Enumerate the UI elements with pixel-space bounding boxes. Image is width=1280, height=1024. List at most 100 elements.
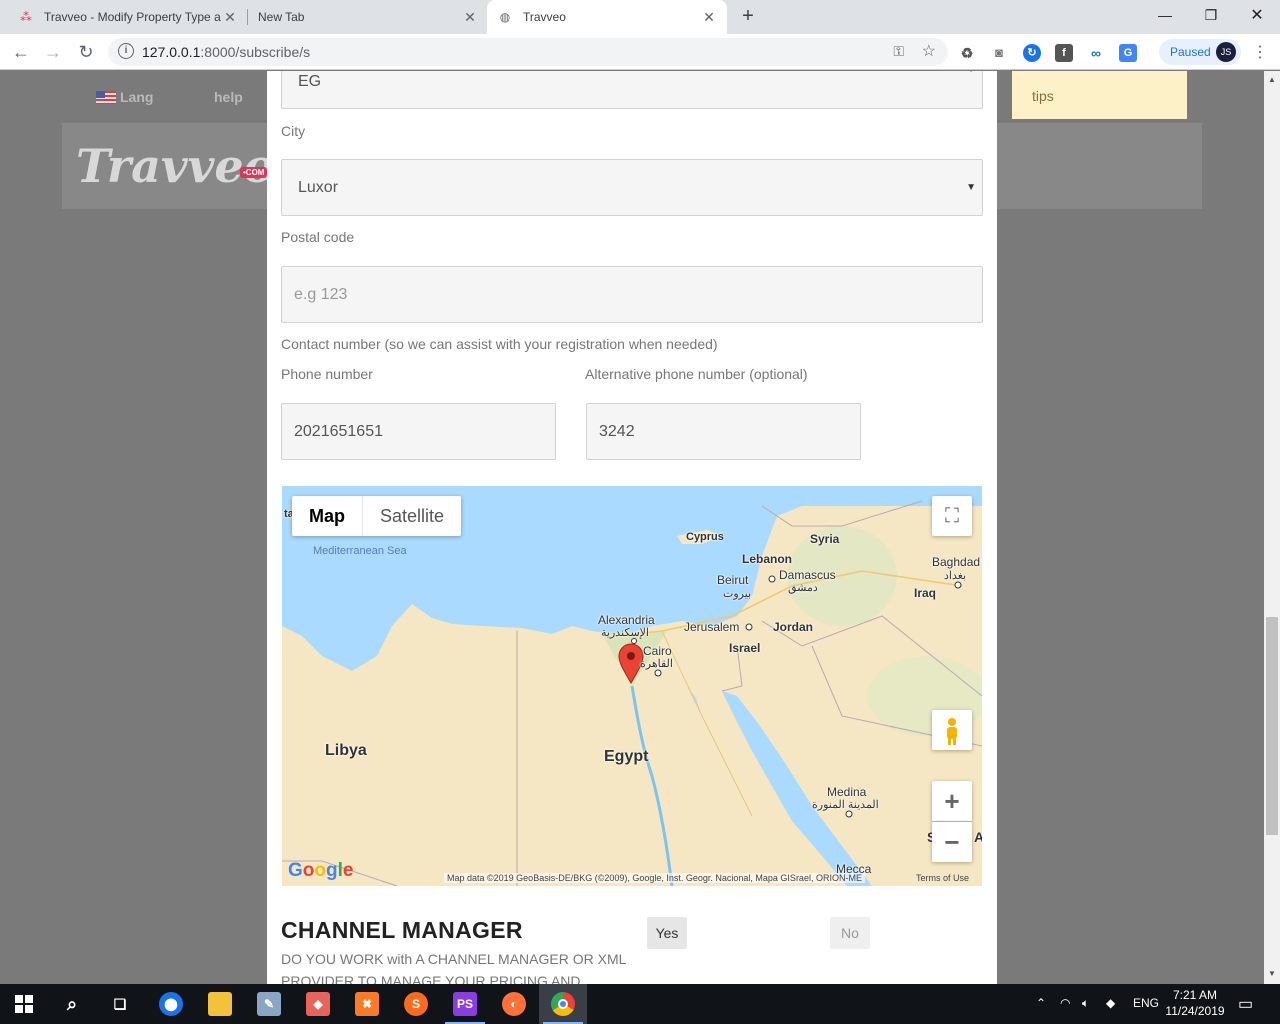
- file-explorer-icon[interactable]: [196, 984, 244, 1024]
- address-bar[interactable]: i 127.0.0.1:8000/subscribe/s ⚿ ☆: [108, 38, 948, 66]
- notifications-icon[interactable]: ▭: [1238, 994, 1253, 1014]
- restore-icon[interactable]: ❐: [1188, 0, 1234, 30]
- close-window-icon[interactable]: ✕: [1234, 0, 1280, 30]
- map-label-jordan: Jordan: [773, 620, 814, 634]
- tab-close-icon[interactable]: ✕: [462, 9, 478, 26]
- location-map[interactable]: ta Mediterranean Sea Cyprus Syria Lebano…: [282, 486, 982, 886]
- system-clock[interactable]: 7:21 AM 11/24/2019: [1160, 987, 1230, 1019]
- map-type-satellite-button[interactable]: Satellite: [363, 496, 461, 536]
- country-select[interactable]: EG ▼: [281, 71, 983, 109]
- firefox-icon[interactable]: ◐: [490, 984, 538, 1024]
- menu-dots-icon[interactable]: ⋮: [1252, 42, 1268, 62]
- volume-icon[interactable]: 🔈︎: [1082, 996, 1089, 1011]
- map-label-baghdad-ar: بغداد: [944, 570, 967, 582]
- sync-extension-icon[interactable]: ↻: [1023, 44, 1041, 62]
- chevron-down-icon: ▼: [966, 71, 976, 75]
- paint-app-icon[interactable]: ✎: [245, 984, 293, 1024]
- tab-travveo[interactable]: ◍ Travveo ✕: [487, 0, 727, 34]
- wifi-icon[interactable]: ◠: [1060, 996, 1070, 1010]
- pegman-figure: [947, 718, 957, 745]
- back-icon[interactable]: ←: [9, 40, 33, 64]
- page-scrollbar[interactable]: ▲ ▼: [1264, 71, 1280, 984]
- city-label: City: [281, 123, 306, 139]
- tab-close-icon[interactable]: ✕: [222, 9, 238, 26]
- us-flag-icon: [96, 90, 116, 104]
- map-label-alexandria-ar: الإسكندرية: [601, 627, 649, 639]
- terms-of-use-link[interactable]: Terms of Use: [916, 873, 969, 883]
- city-select[interactable]: Luxor ▼: [281, 159, 983, 216]
- sublime-text-icon[interactable]: S: [392, 984, 440, 1024]
- infinity-extension-icon[interactable]: ∞: [1087, 44, 1105, 62]
- contact-heading: Contact number (so we can assist with yo…: [281, 336, 718, 352]
- input-language[interactable]: ENG: [1133, 996, 1159, 1010]
- phone-input[interactable]: 2021651651: [281, 403, 556, 460]
- search-icon[interactable]: ⌕: [48, 984, 96, 1024]
- reload-icon[interactable]: ↻: [74, 40, 98, 64]
- fullscreen-icon[interactable]: ⛶: [932, 496, 972, 536]
- phpstorm-icon[interactable]: PS: [441, 984, 489, 1024]
- scroll-down-icon[interactable]: ▼: [1264, 969, 1280, 978]
- alt-phone-input[interactable]: 3242: [586, 403, 861, 460]
- task-view-icon[interactable]: ❏: [96, 984, 144, 1024]
- page-viewport: Lang help Travveo •COM tips EG ▼ City Lu…: [0, 71, 1264, 984]
- travveo-logo[interactable]: Travveo: [76, 139, 274, 193]
- tab-travveo-modify[interactable]: ⁂ Travveo - Modify Property Type a ✕: [8, 0, 248, 34]
- google-logo[interactable]: Google: [288, 860, 353, 882]
- registration-form-card: EG ▼ City Luxor ▼ Postal code e.g 123 Co…: [267, 71, 997, 984]
- globe-icon: ◍: [499, 10, 511, 24]
- zoom-in-button[interactable]: +: [932, 781, 972, 821]
- chrome-icon[interactable]: [539, 984, 587, 1024]
- translate-extension-icon[interactable]: G: [1119, 44, 1137, 62]
- channel-manager-title: CHANNEL MANAGER: [281, 917, 523, 943]
- recycle-extension-icon[interactable]: ♻: [958, 44, 976, 62]
- profile-paused-button[interactable]: Paused JS: [1159, 39, 1241, 65]
- map-label-libya: Libya: [325, 742, 367, 759]
- camera-extension-icon[interactable]: ◙: [990, 44, 1008, 62]
- phone-label: Phone number: [281, 366, 373, 382]
- lang-menu[interactable]: Lang: [96, 89, 153, 105]
- scrollbar-thumb[interactable]: [1266, 617, 1278, 835]
- postal-code-input[interactable]: e.g 123: [281, 266, 983, 323]
- map-label-lebanon: Lebanon: [742, 552, 792, 566]
- channel-manager-yes-button[interactable]: Yes: [647, 917, 687, 949]
- map-type-map-button[interactable]: Map: [292, 496, 363, 536]
- tab-new-tab[interactable]: New Tab ✕: [248, 0, 488, 34]
- scroll-up-icon[interactable]: ▲: [1264, 75, 1280, 84]
- tab-title: Travveo: [523, 10, 566, 24]
- city-value: Luxor: [298, 179, 339, 196]
- help-link[interactable]: help: [214, 89, 243, 105]
- windows-start-icon[interactable]: [0, 984, 48, 1024]
- paint-3d-icon[interactable]: ◆: [294, 984, 342, 1024]
- map-label-beirut-ar: بيروت: [723, 588, 752, 600]
- show-hidden-icons[interactable]: ⌃: [1036, 996, 1046, 1010]
- facebook-extension-icon[interactable]: f: [1055, 44, 1073, 62]
- clock-time: 7:21 AM: [1172, 988, 1218, 1002]
- zoom-out-button[interactable]: −: [932, 822, 972, 862]
- channel-manager-description: DO YOU WORK with A CHANNEL MANAGER OR XM…: [281, 951, 626, 984]
- xampp-icon[interactable]: ✖: [343, 984, 391, 1024]
- channel-manager-no-button[interactable]: No: [830, 917, 870, 949]
- tips-panel: tips: [1012, 71, 1187, 119]
- map-label-sea: Mediterranean Sea: [313, 545, 407, 557]
- dropbox-icon[interactable]: ◆: [1106, 996, 1115, 1010]
- clock-date: 11/24/2019: [1165, 1004, 1225, 1018]
- map-label-syria: Syria: [810, 532, 840, 546]
- key-icon[interactable]: ⚿: [893, 43, 904, 60]
- lang-label: Lang: [120, 89, 154, 105]
- map-type-control: Map Satellite: [292, 496, 462, 536]
- minimize-icon[interactable]: —: [1142, 0, 1188, 30]
- map-label-egypt: Egypt: [604, 748, 649, 765]
- new-tab-button[interactable]: +: [736, 4, 760, 28]
- tab-close-icon[interactable]: ✕: [701, 9, 717, 26]
- info-icon[interactable]: i: [118, 43, 134, 59]
- forward-icon[interactable]: →: [41, 40, 65, 64]
- map-label-beirut: Beirut: [717, 573, 749, 587]
- url-text: 127.0.0.1:8000/subscribe/s: [142, 44, 310, 60]
- map-label-cairo: Cairo: [643, 644, 672, 658]
- browser-toolbar: ← → ↻ i 127.0.0.1:8000/subscribe/s ⚿ ☆ ♻…: [0, 34, 1280, 70]
- map-label-cairo-ar: القاهرة: [640, 658, 673, 670]
- maps-app-icon[interactable]: ⬤: [147, 984, 195, 1024]
- bookmark-star-icon[interactable]: ☆: [922, 41, 936, 61]
- pegman-icon[interactable]: [932, 710, 972, 750]
- tab-title: New Tab: [258, 10, 305, 24]
